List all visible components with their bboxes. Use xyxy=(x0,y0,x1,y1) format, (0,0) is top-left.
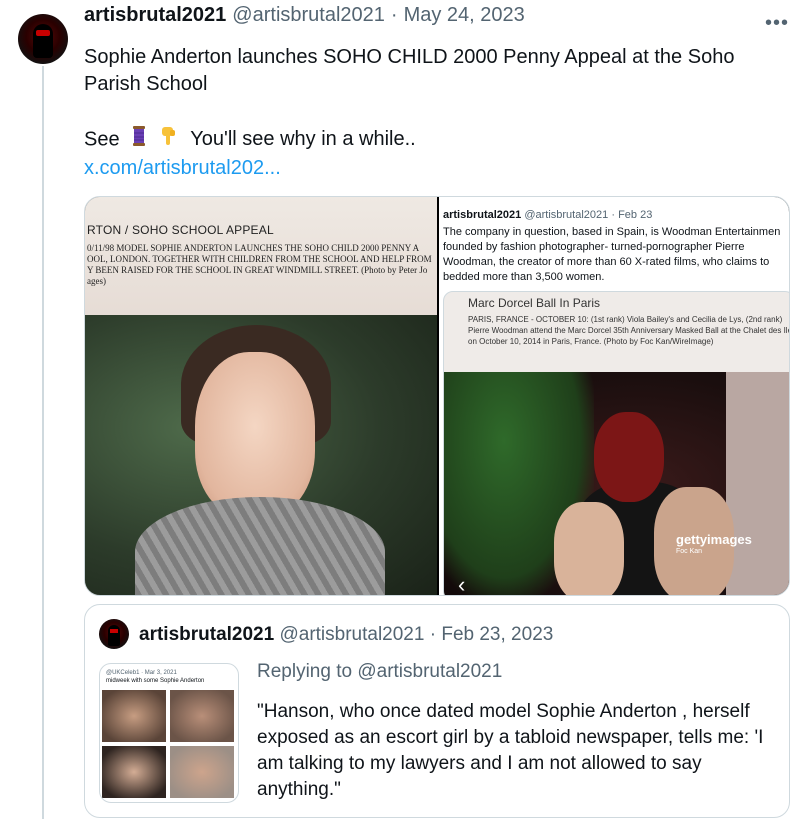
display-name[interactable]: artisbrutal2021 xyxy=(84,0,226,30)
card-title: Marc Dorcel Ball In Paris xyxy=(468,296,601,310)
quoted-date[interactable]: Feb 23, 2023 xyxy=(441,624,553,645)
thumb-caption: midweek with some Sophie Anderton xyxy=(106,678,205,684)
thread-line xyxy=(42,66,44,819)
portrait-sweater xyxy=(135,497,385,595)
thumb-tile xyxy=(170,746,234,798)
replying-prefix: Replying to xyxy=(257,661,353,682)
more-icon[interactable]: ••• xyxy=(765,12,789,35)
portrait-face xyxy=(195,352,315,517)
embedded-handle: @artisbrutal2021 xyxy=(524,209,609,221)
tweet-line-1: Sophie Anderton launches SOHO CHILD 2000… xyxy=(84,46,735,95)
quoted-thumbnail[interactable]: @UKCeleb1 · Mar 3, 2021 midweek with som… xyxy=(99,663,239,803)
banner-caption: 0/11/98 MODEL SOPHIE ANDERTON LAUNCHES T… xyxy=(87,243,432,286)
thumb-tile xyxy=(102,690,166,742)
embedded-date: Feb 23 xyxy=(618,209,653,221)
avatar[interactable] xyxy=(18,14,68,64)
thread-spool-icon xyxy=(129,125,149,155)
pointing-down-icon xyxy=(159,125,179,155)
tweet-text: Sophie Anderton launches SOHO CHILD 2000… xyxy=(84,44,784,182)
getty-watermark: gettyimages xyxy=(676,532,752,547)
quoted-body: "Hanson, who once dated model Sophie And… xyxy=(257,701,764,800)
see-text: See xyxy=(84,128,120,151)
quoted-header: artisbrutal2021 @artisbrutal2021 · Feb 2… xyxy=(139,623,553,647)
separator-dot: · xyxy=(390,4,398,26)
handle[interactable]: @artisbrutal2021 xyxy=(232,0,385,30)
see-suffix-text: You'll see why in a while.. xyxy=(190,128,416,151)
embedded-news-card: Marc Dorcel Ball In Paris PARIS, FRANCE … xyxy=(443,291,790,595)
thumb-header: @UKCeleb1 · Mar 3, 2021 xyxy=(106,670,177,676)
tweet-link[interactable]: x.com/artisbrutal202... xyxy=(84,157,281,179)
chevron-left-icon[interactable]: ‹ xyxy=(458,572,465,595)
timestamp[interactable]: May 24, 2023 xyxy=(404,0,525,30)
embedded-body: The company in question, based in Spain,… xyxy=(443,226,781,283)
banner-title: RTON / SOHO SCHOOL APPEAL xyxy=(87,223,274,237)
quoted-dot: · xyxy=(429,624,437,645)
replying-handle[interactable]: @artisbrutal2021 xyxy=(357,661,502,682)
embedded-author: artisbrutal2021 xyxy=(443,209,522,221)
embedded-tweet-header: artisbrutal2021 @artisbrutal2021 · Feb 2… xyxy=(443,209,652,221)
media-image-left[interactable]: RTON / SOHO SCHOOL APPEAL 0/11/98 MODEL … xyxy=(85,197,437,595)
tweet-line-2: See You'll see why in a while.. xyxy=(84,125,784,155)
media-image-right[interactable]: artisbrutal2021 @artisbrutal2021 · Feb 2… xyxy=(439,197,790,595)
quoted-handle[interactable]: @artisbrutal2021 xyxy=(279,624,424,645)
thumb-tile xyxy=(170,690,234,742)
thumb-tile xyxy=(102,746,166,798)
media-grid[interactable]: RTON / SOHO SCHOOL APPEAL 0/11/98 MODEL … xyxy=(84,196,790,596)
card-caption: PARIS, FRANCE - OCTOBER 10: (1st rank) V… xyxy=(468,315,790,346)
getty-credit: Foc Kan xyxy=(676,548,703,555)
quoted-display-name[interactable]: artisbrutal2021 xyxy=(139,624,274,645)
tweet-header: artisbrutal2021 @artisbrutal2021 · May 2… xyxy=(84,0,525,30)
party-photo: gettyimages Foc Kan ‹ xyxy=(444,372,789,595)
replying-to: Replying to @artisbrutal2021 xyxy=(257,661,502,683)
embedded-dot: · xyxy=(611,209,615,221)
quoted-avatar[interactable] xyxy=(99,619,129,649)
quoted-tweet[interactable]: artisbrutal2021 @artisbrutal2021 · Feb 2… xyxy=(84,604,790,818)
